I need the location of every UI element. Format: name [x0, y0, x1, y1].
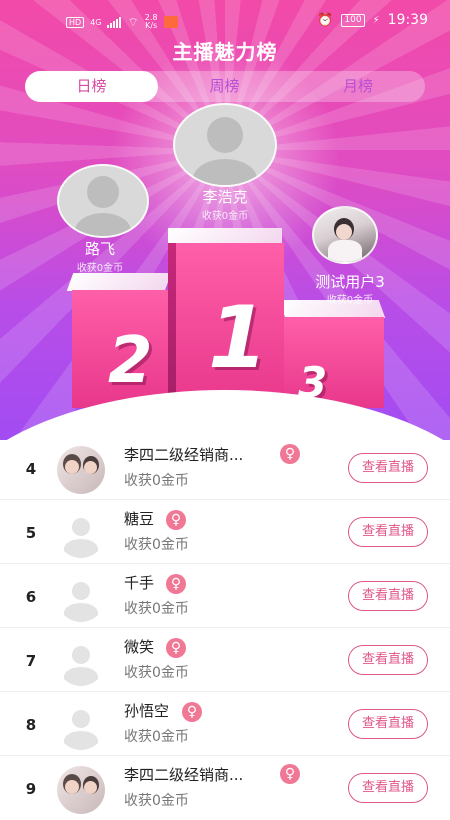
- period-tabs: 日榜 周榜 月榜: [25, 71, 425, 102]
- list-item-rank: 5: [25, 524, 37, 542]
- clock: 19:39: [387, 12, 428, 28]
- list-item-rank: 9: [25, 780, 37, 798]
- second-place-avatar[interactable]: [57, 164, 149, 238]
- first-place-avatar[interactable]: [173, 103, 277, 187]
- rank-2-number: 2: [108, 324, 153, 398]
- list-item[interactable]: 4 李四二级经销商... ♀ 收获0金币 查看直播: [0, 436, 450, 500]
- alarm-icon: ⏰: [317, 12, 334, 28]
- list-item[interactable]: 7 微笑 ♀ 收获0金币 查看直播: [0, 628, 450, 692]
- watch-live-button[interactable]: 查看直播: [348, 709, 428, 739]
- hd-indicator: HD: [66, 16, 85, 28]
- third-place-avatar[interactable]: [312, 206, 378, 264]
- watch-live-button[interactable]: 查看直播: [348, 581, 428, 611]
- page-title: 主播魅力榜: [172, 40, 278, 64]
- rank-1-number: 1: [208, 288, 268, 388]
- avatar: [57, 766, 105, 814]
- list-item[interactable]: 6 千手 ♀ 收获0金币 查看直播: [0, 564, 450, 628]
- signal-icon: [107, 16, 122, 28]
- second-place-coins: 收获0金币: [76, 263, 124, 274]
- default-avatar-icon: [57, 638, 105, 686]
- tab-monthly[interactable]: 月榜: [291, 71, 425, 102]
- first-place-name: 李浩克: [202, 188, 248, 206]
- default-avatar-icon: [57, 702, 105, 750]
- list-item-rank: 6: [25, 588, 37, 606]
- third-place-name: 测试用户3: [315, 273, 385, 291]
- wifi-icon: ⌔: [127, 14, 139, 29]
- list-item-coins: 收获0金币: [124, 793, 189, 809]
- watch-live-button[interactable]: 查看直播: [348, 773, 428, 803]
- battery-icon: 100: [341, 13, 365, 27]
- list-item[interactable]: 8 孙悟空 ♀ 收获0金币 查看直播: [0, 692, 450, 756]
- female-icon: ♀: [166, 510, 186, 530]
- female-icon: ♀: [166, 574, 186, 594]
- default-avatar-icon: [57, 574, 105, 622]
- network-speed: 2.8 K/s: [144, 13, 158, 30]
- list-item-name: 千手: [124, 574, 155, 592]
- third-place-coins: 收获0金币: [326, 295, 374, 306]
- female-icon: ♀: [166, 638, 186, 658]
- list-item-name: 李四二级经销商...: [124, 766, 244, 784]
- list-item-name: 糖豆: [124, 510, 155, 528]
- list-item-name: 孙悟空: [124, 702, 170, 720]
- app-notification-icon: [163, 16, 178, 28]
- list-item-coins: 收获0金币: [124, 537, 189, 553]
- tab-weekly[interactable]: 周榜: [158, 71, 291, 102]
- list-item[interactable]: 5 糖豆 ♀ 收获0金币 查看直播: [0, 500, 450, 564]
- list-item-coins: 收获0金币: [124, 665, 189, 681]
- list-item-rank: 7: [25, 652, 37, 670]
- network-type: 4G: [90, 17, 102, 27]
- list-item[interactable]: 9 李四二级经销商... ♀ 收获0金币 查看直播: [0, 756, 450, 820]
- watch-live-button[interactable]: 查看直播: [348, 645, 428, 675]
- second-place-name: 路飞: [84, 240, 115, 258]
- default-avatar-icon: [57, 510, 105, 558]
- tab-daily[interactable]: 日榜: [25, 71, 158, 102]
- watch-live-button[interactable]: 查看直播: [348, 517, 428, 547]
- list-item-name: 微笑: [124, 638, 155, 656]
- list-item-coins: 收获0金币: [124, 473, 189, 489]
- list-item-coins: 收获0金币: [124, 729, 189, 745]
- list-item-rank: 4: [25, 460, 37, 478]
- avatar: [57, 446, 105, 494]
- female-icon: ♀: [182, 702, 202, 722]
- list-item-coins: 收获0金币: [124, 601, 189, 617]
- first-place-coins: 收获0金币: [201, 211, 249, 222]
- list-item-rank: 8: [25, 716, 37, 734]
- female-icon: ♀: [280, 764, 300, 784]
- list-item-name: 李四二级经销商...: [124, 446, 244, 464]
- watch-live-button[interactable]: 查看直播: [348, 453, 428, 483]
- charging-icon: ⚡: [372, 14, 380, 26]
- female-icon: ♀: [280, 444, 300, 464]
